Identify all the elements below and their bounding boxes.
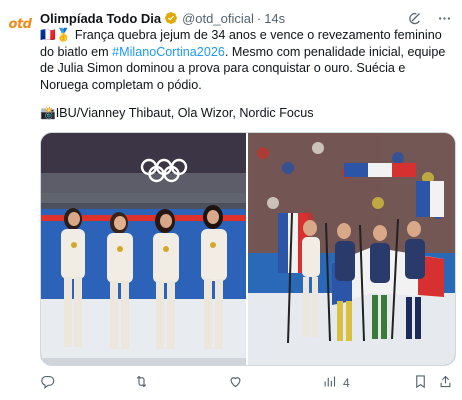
post-text: 🇫🇷🥇 França quebra jejum de 34 anos e ven…	[40, 27, 456, 93]
like-button[interactable]	[228, 374, 243, 392]
camera-icon: 📸	[40, 106, 56, 120]
like-icon	[228, 374, 243, 392]
tweet-header: Olimpíada Todo Dia @otd_oficial · 14s	[40, 8, 454, 28]
grok-icon[interactable]	[406, 10, 422, 26]
header-actions	[406, 10, 452, 26]
reply-button[interactable]	[40, 374, 55, 392]
photo-credit-text: IBU/Vianney Thibaut, Ola Wizor, Nordic F…	[55, 106, 314, 120]
action-bar: 4	[40, 374, 458, 392]
bookmark-button[interactable]	[413, 374, 428, 392]
repost-icon	[134, 374, 149, 392]
media-grid	[40, 132, 456, 366]
flag-emojis: 🇫🇷🥇	[40, 28, 72, 42]
repost-button[interactable]	[134, 374, 149, 392]
avatar[interactable]: otd	[6, 10, 34, 38]
photo-credit: 📸IBU/Vianney Thibaut, Ola Wizor, Nordic …	[40, 106, 314, 121]
reply-icon	[40, 374, 55, 392]
share-button[interactable]	[438, 374, 453, 392]
views-icon	[322, 374, 337, 392]
views-button[interactable]: 4	[322, 374, 350, 392]
bookmark-icon	[413, 374, 428, 392]
tweet: otd Olimpíada Todo Dia @otd_oficial · 14…	[0, 0, 462, 400]
post-timestamp[interactable]: 14s	[264, 11, 285, 26]
views-count: 4	[343, 376, 350, 390]
share-icon	[438, 374, 453, 392]
verified-badge-icon	[164, 11, 178, 25]
separator-dot: ·	[256, 10, 262, 26]
more-icon[interactable]	[436, 10, 452, 26]
avatar-logo-text: otd	[8, 16, 32, 32]
podium-photo[interactable]	[41, 133, 246, 365]
account-name[interactable]: Olimpíada Todo Dia	[40, 11, 161, 26]
account-handle[interactable]: @otd_oficial	[182, 11, 254, 26]
celebration-photo[interactable]	[248, 133, 455, 365]
hashtag-link[interactable]: #MilanoCortina2026	[112, 45, 225, 59]
